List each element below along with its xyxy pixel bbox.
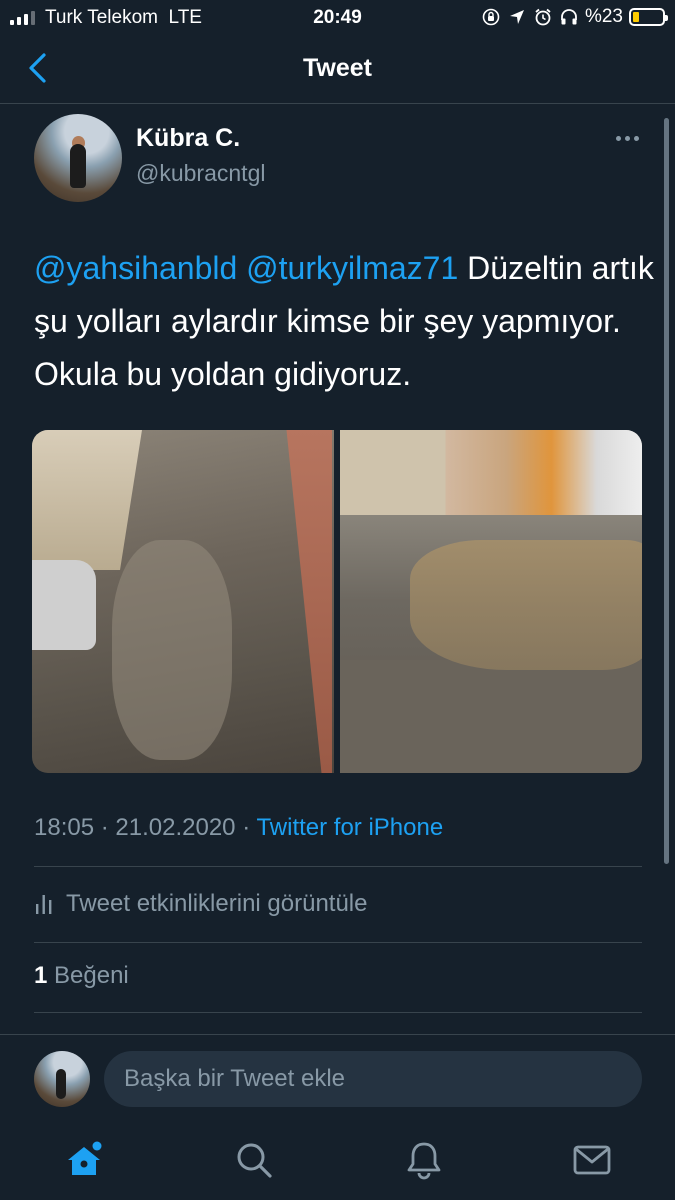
photo-buildings xyxy=(340,430,642,515)
reply-input[interactable] xyxy=(104,1051,642,1107)
photo-puddle xyxy=(410,540,642,670)
battery-fill xyxy=(633,12,639,22)
tweet-time: 18:05 xyxy=(34,814,95,841)
meta-separator: · xyxy=(242,814,251,841)
status-bar: Turk Telekom LTE 20:49 %23 xyxy=(0,0,675,36)
tweet-meta: 18:05 · 21.02.2020 · Twitter for iPhone xyxy=(34,814,443,842)
author-avatar[interactable] xyxy=(34,114,122,202)
nav-bar: Tweet xyxy=(0,36,675,104)
location-icon xyxy=(507,7,527,27)
photo-building xyxy=(32,430,142,570)
tweet-photo-2[interactable] xyxy=(340,430,642,773)
author-name[interactable]: Kübra C. xyxy=(136,124,240,153)
mail-icon xyxy=(573,1145,611,1175)
more-dot-icon xyxy=(616,136,621,141)
mention-link[interactable]: @turkyilmaz71 xyxy=(246,250,458,286)
tweet-media xyxy=(32,430,642,773)
rotation-lock-icon xyxy=(481,7,501,27)
author-handle[interactable]: @kubracntgl xyxy=(136,160,265,187)
avatar-figure xyxy=(56,1069,66,1099)
status-right: %23 xyxy=(481,6,668,28)
tab-search[interactable] xyxy=(234,1140,274,1180)
view-activity-button[interactable]: Tweet etkinliklerini görüntüle xyxy=(34,884,368,924)
meta-separator: · xyxy=(100,814,109,841)
search-icon xyxy=(237,1143,272,1178)
divider xyxy=(34,942,642,943)
tweet-source-link[interactable]: Twitter for iPhone xyxy=(256,814,443,841)
photo-puddle xyxy=(112,540,232,760)
user-avatar[interactable] xyxy=(34,1051,90,1107)
photo-ground xyxy=(340,660,642,773)
photo-sidewalk xyxy=(286,430,332,773)
reply-composer xyxy=(0,1034,675,1126)
more-options-button[interactable] xyxy=(612,132,643,145)
photo-car xyxy=(32,560,96,650)
divider xyxy=(34,1012,642,1013)
bell-icon xyxy=(407,1142,441,1180)
mention-link[interactable]: @yahsihanbld xyxy=(34,250,237,286)
likes-count[interactable]: 1 Beğeni xyxy=(34,962,129,990)
tab-notifications[interactable] xyxy=(404,1140,444,1180)
tweet-photo-1[interactable] xyxy=(32,430,334,773)
tweet-text: @yahsihanbld @turkyilmaz71 Düzeltin artı… xyxy=(34,242,654,401)
avatar-figure xyxy=(70,144,86,188)
view-activity-label: Tweet etkinliklerini görüntüle xyxy=(66,890,368,917)
tab-home[interactable] xyxy=(64,1140,104,1180)
battery-cap xyxy=(665,15,668,21)
page-title: Tweet xyxy=(303,54,372,82)
analytics-icon xyxy=(36,895,52,914)
likes-number: 1 xyxy=(34,962,48,989)
alarm-icon xyxy=(533,7,553,27)
headphones-icon xyxy=(559,7,579,27)
battery-icon xyxy=(629,8,668,26)
more-dot-icon xyxy=(625,136,630,141)
battery-percent: %23 xyxy=(584,6,623,27)
home-icon xyxy=(68,1141,102,1175)
tweet-date: 21.02.2020 xyxy=(115,814,236,841)
more-dot-icon xyxy=(634,136,639,141)
scrollbar[interactable] xyxy=(664,118,669,864)
divider xyxy=(34,866,642,867)
likes-label: Beğeni xyxy=(54,962,129,989)
tab-messages[interactable] xyxy=(572,1140,612,1180)
tab-bar xyxy=(0,1126,675,1200)
